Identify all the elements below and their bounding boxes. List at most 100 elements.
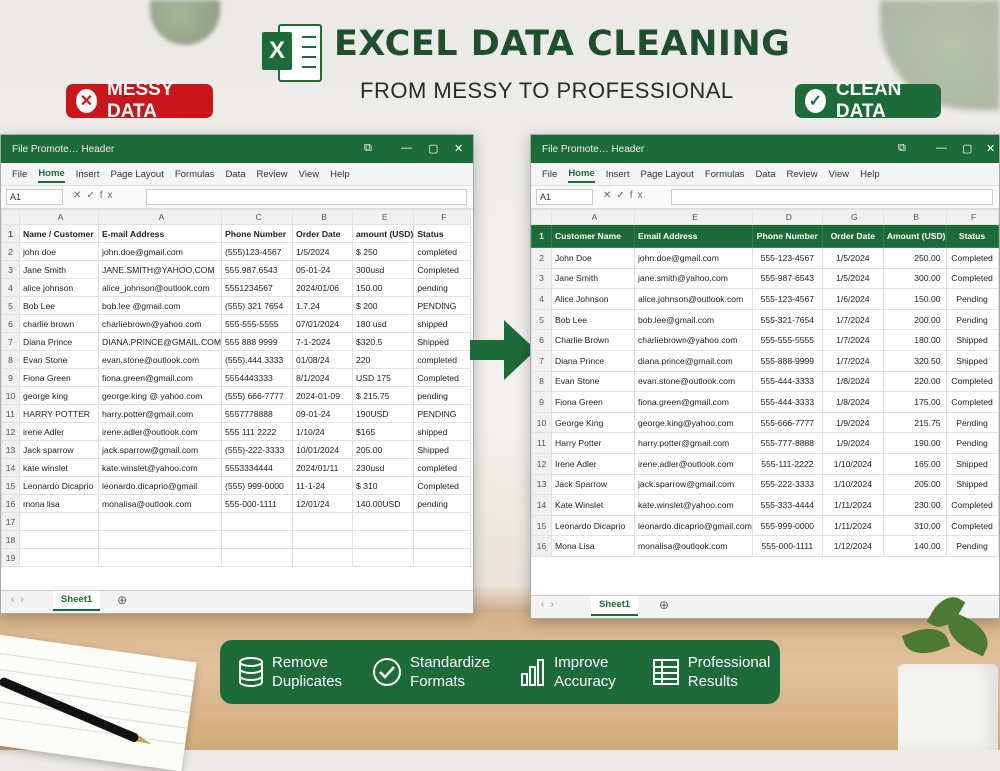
table-cell[interactable]: Completed	[945, 247, 999, 269]
table-cell[interactable]: Kate Winslet	[551, 494, 635, 516]
formula-bar[interactable]	[671, 189, 993, 205]
row-number[interactable]: 15	[1, 476, 20, 495]
table-cell[interactable]: 555-999-0000	[751, 514, 823, 537]
table-cell[interactable]: 555-888-9999	[751, 349, 823, 372]
table-cell[interactable]: Shipped	[945, 452, 999, 475]
table-cell[interactable]: Leonardo Dicaprio	[19, 476, 99, 495]
table-cell[interactable]	[221, 512, 294, 531]
sheet-tab[interactable]: Sheet1	[53, 591, 101, 611]
table-cell[interactable]: george king	[19, 386, 99, 405]
table-cell[interactable]: (555) 666-7777	[221, 386, 294, 405]
table-cell[interactable]: Evan Stone	[551, 370, 635, 393]
table-cell[interactable]	[413, 548, 472, 567]
table-cell[interactable]: 190.00	[882, 432, 947, 454]
row-number[interactable]: 5	[1, 296, 20, 315]
table-cell[interactable]: Jane Smith	[19, 260, 99, 279]
column-header[interactable]: D	[751, 209, 823, 225]
add-sheet-icon[interactable]: ⊕	[659, 598, 669, 612]
table-cell[interactable]: 1/11/2024	[821, 494, 884, 516]
table-cell[interactable]	[292, 512, 354, 531]
table-cell[interactable]: fiona.green@gmail.com	[634, 391, 753, 413]
table-cell[interactable]: Evan Stone	[19, 350, 99, 369]
table-cell[interactable]: 1/7/2024	[821, 349, 884, 372]
table-cell[interactable]: (555).444.3333	[221, 350, 294, 369]
table-cell[interactable]: Completed	[945, 267, 999, 290]
table-cell[interactable]: diana.prince@gmail.com	[634, 349, 753, 372]
table-cell[interactable]: leonardo.dicaprio@gmail.com	[634, 514, 753, 537]
table-cell[interactable]: fiona.green@gmail.com	[97, 368, 223, 387]
column-header[interactable]: E	[634, 209, 753, 225]
table-cell[interactable]	[19, 548, 99, 567]
table-cell[interactable]: Diana Prince	[19, 332, 99, 351]
table-cell[interactable]: Jack sparrow	[19, 440, 99, 459]
table-cell[interactable]: john doe	[19, 242, 99, 261]
row-number[interactable]: 8	[531, 370, 552, 393]
table-cell[interactable]	[221, 548, 294, 567]
tab-insert[interactable]: Insert	[606, 167, 630, 182]
table-cell[interactable]: 555-111-2222	[751, 452, 823, 475]
table-cell[interactable]: 1/10/2024	[821, 473, 884, 496]
table-cell[interactable]: jack.sparrow@gmail.com	[634, 473, 753, 496]
table-cell[interactable]: 555.987.6543	[221, 260, 294, 279]
table-cell[interactable]	[352, 530, 415, 549]
table-cell[interactable]: Completed	[413, 368, 472, 387]
table-cell[interactable]: Mona Lisa	[551, 535, 635, 557]
table-cell[interactable]: harry.potter@gmail.com	[634, 432, 753, 454]
row-number[interactable]: 14	[1, 458, 20, 477]
table-cell[interactable]: jane.smith@yahoo.com	[634, 267, 753, 290]
table-cell[interactable]: 310.00	[882, 514, 947, 537]
row-number[interactable]: 4	[1, 278, 20, 297]
table-cell[interactable]: (555) 999-0000	[221, 476, 294, 495]
table-cell[interactable]: (555)123-4567	[221, 242, 294, 261]
column-header[interactable]: F	[413, 209, 472, 225]
row-number[interactable]: 1	[1, 224, 20, 243]
table-cell[interactable]: 8/1/2024	[292, 368, 354, 387]
table-cell[interactable]: 01/08/24	[292, 350, 354, 369]
table-cell[interactable]: Shipped	[413, 440, 472, 459]
table-cell[interactable]: 2024-01-09	[292, 386, 354, 405]
row-number[interactable]: 8	[1, 350, 20, 369]
table-cell[interactable]: Irene Adler	[551, 452, 635, 475]
table-cell[interactable]: 05-01-24	[292, 260, 354, 279]
table-cell[interactable]: 555-321-7654	[751, 308, 823, 331]
column-title-cell[interactable]: Amount (USD)	[882, 224, 947, 248]
table-cell[interactable]: Alice Johnson	[551, 288, 635, 310]
table-cell[interactable]	[19, 512, 99, 531]
table-cell[interactable]: 1/12/2024	[821, 535, 884, 557]
table-cell[interactable]: 555 888 9999	[221, 332, 294, 351]
row-number[interactable]: 11	[1, 404, 20, 423]
table-cell[interactable]: 215.75	[882, 411, 947, 434]
table-cell[interactable]: Pending	[945, 288, 999, 310]
table-cell[interactable]: 250.00	[882, 247, 947, 269]
table-cell[interactable]: 555-123-4567	[751, 288, 823, 310]
table-cell[interactable]: PENDING	[413, 296, 472, 315]
table-cell[interactable]: 555-987-6543	[751, 267, 823, 290]
tab-formulas[interactable]: Formulas	[705, 167, 745, 182]
table-cell[interactable]: Completed	[945, 391, 999, 413]
table-cell[interactable]: Completed	[413, 260, 472, 279]
table-cell[interactable]: $ 200	[352, 296, 415, 315]
row-number[interactable]: 10	[1, 386, 20, 405]
row-number[interactable]: 5	[531, 308, 552, 331]
table-cell[interactable]: Pending	[945, 308, 999, 331]
table-cell[interactable]: Fiona Green	[551, 391, 635, 413]
table-cell[interactable]: alice.johnson@outlook.com	[634, 288, 753, 310]
tab-file[interactable]: File	[542, 167, 557, 182]
table-cell[interactable]: completed	[413, 458, 472, 477]
row-number[interactable]: 11	[531, 432, 552, 454]
tab-help[interactable]: Help	[860, 167, 880, 182]
table-cell[interactable]: 09-01-24	[292, 404, 354, 423]
table-cell[interactable]: 555-123-4567	[751, 247, 823, 269]
row-number[interactable]: 2	[1, 242, 20, 261]
row-number[interactable]: 2	[531, 247, 552, 269]
table-cell[interactable]: Pending	[945, 535, 999, 557]
row-number[interactable]: 9	[531, 391, 552, 413]
table-cell[interactable]	[413, 512, 472, 531]
row-number[interactable]: 19	[1, 548, 20, 567]
sheet-nav-arrows[interactable]: ‹›	[541, 599, 560, 610]
tab-data[interactable]: Data	[225, 167, 245, 182]
table-cell[interactable]: Completed	[413, 476, 472, 495]
table-cell[interactable]: alice johnson	[19, 278, 99, 297]
sheet-nav-arrows[interactable]: ‹›	[11, 594, 30, 605]
table-cell[interactable]	[413, 530, 472, 549]
